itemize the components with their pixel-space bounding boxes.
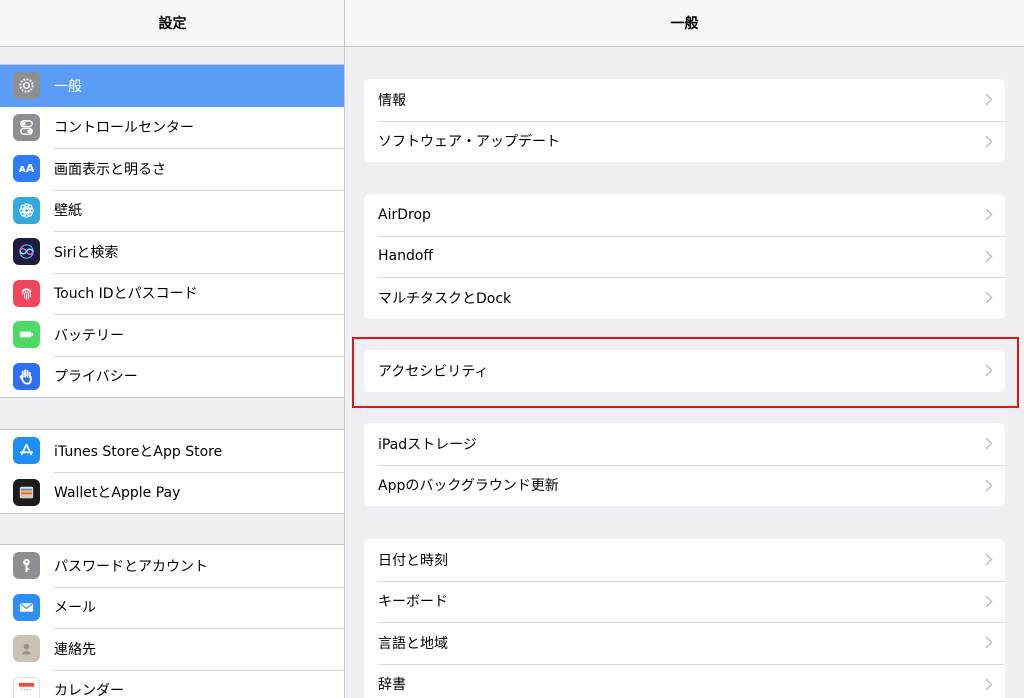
sidebar-item-label: 画面表示と明るさ bbox=[54, 161, 166, 178]
detail-title: 一般 bbox=[670, 16, 699, 32]
row-about[interactable]: 情報 bbox=[364, 79, 1005, 121]
sidebar-item-wallet[interactable]: WalletとApple Pay bbox=[0, 471, 344, 514]
sidebar-item-control-center[interactable]: コントロールセンター bbox=[0, 107, 344, 149]
sidebar-item-passwords[interactable]: パスワードとアカウント bbox=[0, 545, 344, 587]
row-label: Appのバックグラウンド更新 bbox=[378, 478, 559, 495]
chevron-right-icon bbox=[985, 135, 993, 148]
gear-icon bbox=[13, 72, 40, 100]
siri-icon bbox=[13, 238, 40, 266]
sidebar: 設定 一般 コントロールセンター ᴀA 画面表示と明るさ 壁紙 Siriと検索 … bbox=[0, 0, 345, 698]
chevron-right-icon bbox=[985, 437, 993, 450]
settings-group-1: 情報 ソフトウェア・アップデート bbox=[364, 79, 1005, 162]
row-handoff[interactable]: Handoff bbox=[364, 235, 1005, 278]
sidebar-group-1: 一般 コントロールセンター ᴀA 画面表示と明るさ 壁紙 Siriと検索 Tou… bbox=[0, 64, 344, 398]
chevron-right-icon bbox=[985, 93, 993, 106]
row-background-refresh[interactable]: Appのバックグラウンド更新 bbox=[364, 464, 1005, 507]
sidebar-item-label: 一般 bbox=[54, 78, 82, 95]
row-label: iPadストレージ bbox=[378, 436, 477, 453]
detail-title-bar: 一般 bbox=[345, 0, 1024, 47]
sidebar-item-mail[interactable]: メール bbox=[0, 586, 344, 629]
settings-group-4: iPadストレージ Appのバックグラウンド更新 bbox=[364, 423, 1005, 506]
sidebar-item-display[interactable]: ᴀA 画面表示と明るさ bbox=[0, 148, 344, 190]
flower-icon bbox=[13, 196, 40, 224]
row-label: アクセシビリティ bbox=[378, 363, 489, 380]
row-label: ソフトウェア・アップデート bbox=[378, 134, 560, 151]
row-label: 言語と地域 bbox=[378, 635, 448, 652]
sidebar-group-3: パスワードとアカウント メール 連絡先 カレンダー bbox=[0, 544, 344, 698]
mail-icon bbox=[13, 593, 40, 621]
row-label: 情報 bbox=[378, 92, 406, 109]
sidebar-item-contacts[interactable]: 連絡先 bbox=[0, 628, 344, 670]
row-multitasking[interactable]: マルチタスクとDock bbox=[364, 277, 1005, 319]
row-dictionary[interactable]: 辞書 bbox=[364, 663, 1005, 698]
sidebar-item-label: Touch IDとパスコード bbox=[54, 286, 198, 303]
row-label: Handoff bbox=[378, 248, 434, 265]
sidebar-item-label: カレンダー bbox=[54, 683, 124, 698]
wallet-icon bbox=[13, 478, 40, 506]
sidebar-item-label: コントロールセンター bbox=[54, 120, 194, 137]
sidebar-item-touch-id[interactable]: Touch IDとパスコード bbox=[0, 272, 344, 315]
row-date-time[interactable]: 日付と時刻 bbox=[364, 539, 1005, 581]
settings-group-3: アクセシビリティ bbox=[364, 350, 1005, 392]
contacts-icon bbox=[13, 635, 40, 663]
sidebar-title: 設定 bbox=[158, 16, 187, 32]
sidebar-item-calendar[interactable]: カレンダー bbox=[0, 669, 344, 698]
sidebar-item-label: Siriと検索 bbox=[54, 244, 119, 261]
sidebar-group-2: iTunes StoreとApp Store WalletとApple Pay bbox=[0, 429, 344, 514]
sidebar-item-label: 壁紙 bbox=[54, 203, 82, 220]
sidebar-item-app-store[interactable]: iTunes StoreとApp Store bbox=[0, 430, 344, 472]
sidebar-item-wallpaper[interactable]: 壁紙 bbox=[0, 189, 344, 232]
chevron-right-icon bbox=[985, 636, 993, 649]
chevron-right-icon bbox=[985, 553, 993, 566]
chevron-right-icon bbox=[985, 208, 993, 221]
fingerprint-icon bbox=[13, 279, 40, 307]
sidebar-item-label: プライバシー bbox=[54, 369, 138, 386]
sidebar-item-siri[interactable]: Siriと検索 bbox=[0, 231, 344, 273]
sidebar-item-privacy[interactable]: プライバシー bbox=[0, 355, 344, 398]
sidebar-item-label: パスワードとアカウント bbox=[54, 558, 208, 575]
sidebar-title-bar: 設定 bbox=[0, 0, 344, 47]
sidebar-item-label: バッテリー bbox=[54, 327, 124, 344]
app-store-icon bbox=[13, 437, 40, 465]
row-software-update[interactable]: ソフトウェア・アップデート bbox=[364, 120, 1005, 163]
key-icon bbox=[13, 552, 40, 580]
sidebar-item-label: iTunes StoreとApp Store bbox=[54, 443, 223, 460]
chevron-right-icon bbox=[985, 678, 993, 691]
row-airdrop[interactable]: AirDrop bbox=[364, 194, 1005, 236]
sidebar-item-battery[interactable]: バッテリー bbox=[0, 314, 344, 356]
row-accessibility[interactable]: アクセシビリティ bbox=[364, 350, 1005, 392]
chevron-right-icon bbox=[985, 250, 993, 263]
sidebar-item-label: メール bbox=[54, 600, 96, 617]
sidebar-item-label: WalletとApple Pay bbox=[54, 485, 181, 502]
row-label: 日付と時刻 bbox=[378, 552, 448, 569]
detail-pane: 一般 情報 ソフトウェア・アップデート AirDrop Handoff マルチタ… bbox=[345, 0, 1024, 698]
chevron-right-icon bbox=[985, 364, 993, 377]
row-label: マルチタスクとDock bbox=[378, 290, 512, 307]
battery-icon bbox=[13, 321, 40, 349]
chevron-right-icon bbox=[985, 595, 993, 608]
sidebar-item-general[interactable]: 一般 bbox=[0, 65, 344, 107]
text-size-icon: ᴀA bbox=[13, 155, 40, 183]
toggle-icon bbox=[13, 113, 40, 141]
row-keyboard[interactable]: キーボード bbox=[364, 580, 1005, 623]
row-label: AirDrop bbox=[378, 206, 431, 223]
row-label: 辞書 bbox=[378, 677, 406, 694]
row-ipad-storage[interactable]: iPadストレージ bbox=[364, 423, 1005, 465]
row-label: キーボード bbox=[378, 594, 448, 611]
chevron-right-icon bbox=[985, 291, 993, 304]
chevron-right-icon bbox=[985, 479, 993, 492]
hand-icon bbox=[13, 362, 40, 390]
settings-group-5: 日付と時刻 キーボード 言語と地域 辞書 bbox=[364, 539, 1005, 698]
sidebar-item-label: 連絡先 bbox=[54, 641, 96, 658]
row-language-region[interactable]: 言語と地域 bbox=[364, 622, 1005, 664]
settings-group-2: AirDrop Handoff マルチタスクとDock bbox=[364, 194, 1005, 319]
calendar-icon bbox=[13, 676, 40, 698]
